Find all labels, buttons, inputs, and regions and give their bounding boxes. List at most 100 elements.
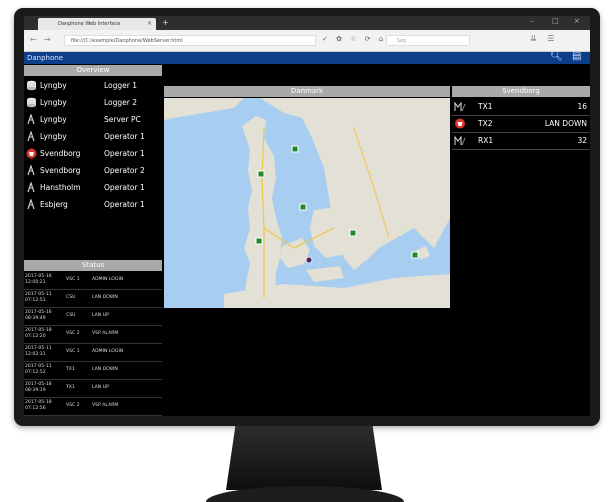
status-date: 2017-05-11 bbox=[25, 346, 52, 351]
map-selected-marker[interactable] bbox=[305, 256, 313, 264]
station-value: LAN DOWN bbox=[544, 119, 587, 128]
status-message: LAN DOWN bbox=[92, 367, 118, 372]
station-channel: TX1 bbox=[478, 102, 493, 111]
lolland-island bbox=[306, 266, 344, 282]
map-marker[interactable] bbox=[255, 237, 263, 245]
status-message: ADMIN LOGIN bbox=[92, 277, 124, 282]
status-row[interactable]: 2017-05-18 08:39:19 TX1 LAN UP bbox=[24, 380, 162, 398]
status-device: VSC 2 bbox=[66, 331, 80, 336]
server-icon bbox=[27, 97, 36, 108]
status-time: 07:12:20 bbox=[25, 334, 46, 339]
overview-row[interactable]: Lyngby Operator 1 bbox=[24, 128, 162, 145]
status-time: 08:39:19 bbox=[25, 388, 46, 393]
overview-row[interactable]: Lyngby Logger 2 bbox=[24, 94, 162, 111]
close-window-icon[interactable]: × bbox=[574, 17, 580, 25]
overview-header: Overview bbox=[24, 65, 162, 76]
map-marker[interactable] bbox=[349, 229, 357, 237]
status-time: 12:00:21 bbox=[25, 280, 46, 285]
antenna-icon bbox=[454, 101, 466, 112]
status-message: VSP ALARM bbox=[92, 403, 119, 408]
url-tool-icons[interactable]: ✓ ✿ ☆ ⟳ ⌂ bbox=[322, 35, 386, 43]
antenna-icon bbox=[27, 131, 35, 142]
minimize-icon[interactable]: – bbox=[530, 17, 534, 25]
map-view[interactable] bbox=[164, 98, 450, 308]
back-icon[interactable]: ← bbox=[30, 35, 37, 44]
overview-device: Server PC bbox=[104, 115, 141, 124]
status-message: LAN UP bbox=[92, 385, 109, 390]
status-row[interactable]: 2017-05-18 07:12:20 VSC 2 VSP ALARM bbox=[24, 326, 162, 344]
sweden-landmass bbox=[164, 98, 450, 270]
maximize-icon[interactable]: □ bbox=[552, 17, 559, 25]
station-channel: TX2 bbox=[478, 119, 493, 128]
browser-tab[interactable]: Danphone Web Interface × bbox=[38, 18, 156, 30]
status-device: CSU bbox=[66, 313, 76, 318]
status-device: VSC 2 bbox=[66, 403, 80, 408]
browser-tab-bar: Danphone Web Interface × + – □ × bbox=[24, 16, 590, 30]
overview-row[interactable]: Lyngby Server PC bbox=[24, 111, 162, 128]
status-date: 2017-05-16 bbox=[25, 310, 52, 315]
url-input[interactable]: file:///C:/example/Danphone/WebServer.ht… bbox=[64, 35, 316, 46]
overview-device: Operator 1 bbox=[104, 183, 145, 192]
overview-row[interactable]: Svendborg Operator 2 bbox=[24, 162, 162, 179]
status-message: VSP ALARM bbox=[92, 331, 119, 336]
overview-row[interactable]: Esbjerg Operator 1 bbox=[24, 196, 162, 213]
overview-device: Operator 1 bbox=[104, 132, 145, 141]
new-tab-icon[interactable]: + bbox=[162, 18, 169, 28]
status-row[interactable]: 2017-05-11 07:12:51 CSU LAN DOWN bbox=[24, 290, 162, 308]
status-row[interactable]: 2017-05-18 07:12:56 VSC 2 VSP ALARM bbox=[24, 398, 162, 416]
antenna-icon bbox=[27, 182, 35, 193]
status-date: 2017-05-18 bbox=[25, 328, 52, 333]
status-time: 08:39:49 bbox=[25, 316, 46, 321]
station-value: 16 bbox=[577, 102, 587, 111]
station-row[interactable]: TX1 16 bbox=[452, 98, 590, 116]
status-device: VSC 1 bbox=[66, 277, 80, 282]
status-device: VSC 1 bbox=[66, 349, 80, 354]
search-input[interactable]: Søg bbox=[386, 35, 470, 46]
overview-location: Esbjerg bbox=[40, 200, 68, 209]
station-row[interactable]: RX1 32 bbox=[452, 132, 590, 150]
tab-title: Danphone Web Interface bbox=[58, 21, 121, 27]
map-graphic bbox=[164, 98, 450, 308]
app-title: Danphone bbox=[27, 54, 64, 62]
map-marker[interactable] bbox=[299, 203, 307, 211]
overview-row[interactable]: Lyngby Logger 1 bbox=[24, 77, 162, 94]
status-date: 2017-05-18 bbox=[25, 400, 52, 405]
overview-device: Operator 1 bbox=[104, 149, 145, 158]
forward-icon[interactable]: → bbox=[44, 35, 51, 44]
status-device: CSU bbox=[66, 295, 76, 300]
server-icon bbox=[27, 80, 36, 91]
overview-row[interactable]: Hanstholm Operator 1 bbox=[24, 179, 162, 196]
station-header: Svendborg bbox=[452, 86, 590, 97]
overview-location: Svendborg bbox=[40, 149, 81, 158]
map-marker[interactable] bbox=[257, 170, 265, 178]
antenna-icon bbox=[27, 114, 35, 125]
close-icon[interactable]: × bbox=[147, 18, 152, 30]
overview-device: Operator 2 bbox=[104, 166, 145, 175]
status-date: 2017-05-16 bbox=[25, 274, 52, 279]
status-row[interactable]: 2017-05-11 12:02:31 VSC 1 ADMIN LOGIN bbox=[24, 344, 162, 362]
status-time: 07:12:56 bbox=[25, 406, 46, 411]
overview-location: Lyngby bbox=[40, 98, 67, 107]
status-time: 12:02:31 bbox=[25, 352, 46, 357]
status-time: 07:12:51 bbox=[25, 298, 46, 303]
status-row[interactable]: 2017-05-16 12:00:21 VSC 1 ADMIN LOGIN bbox=[24, 272, 162, 290]
status-message: LAN UP bbox=[92, 313, 109, 318]
map-marker[interactable] bbox=[411, 251, 419, 259]
overview-location: Svendborg bbox=[40, 166, 81, 175]
status-row[interactable]: 2017-05-11 07:12:52 TX1 LAN DOWN bbox=[24, 362, 162, 380]
jutland-landmass bbox=[242, 116, 282, 308]
station-value: 32 bbox=[577, 136, 587, 145]
menu-icon[interactable]: ⇊ ☰ bbox=[530, 34, 558, 43]
station-row[interactable]: TX2 LAN DOWN bbox=[452, 115, 590, 133]
overview-device: Logger 1 bbox=[104, 81, 138, 90]
search-icon[interactable]: 🔍︎ bbox=[550, 51, 563, 62]
overview-row[interactable]: Svendborg Operator 1 bbox=[24, 145, 162, 162]
export-icon[interactable]: ▤ bbox=[572, 51, 581, 62]
status-row[interactable]: 2017-05-16 08:39:49 CSU LAN UP bbox=[24, 308, 162, 326]
alarm-icon bbox=[26, 148, 37, 159]
screen: Danphone Web Interface × + – □ × ← → fil… bbox=[24, 16, 590, 416]
status-device: TX1 bbox=[66, 385, 75, 390]
map-marker[interactable] bbox=[291, 145, 299, 153]
overview-device: Operator 1 bbox=[104, 200, 145, 209]
status-date: 2017-05-11 bbox=[25, 292, 52, 297]
